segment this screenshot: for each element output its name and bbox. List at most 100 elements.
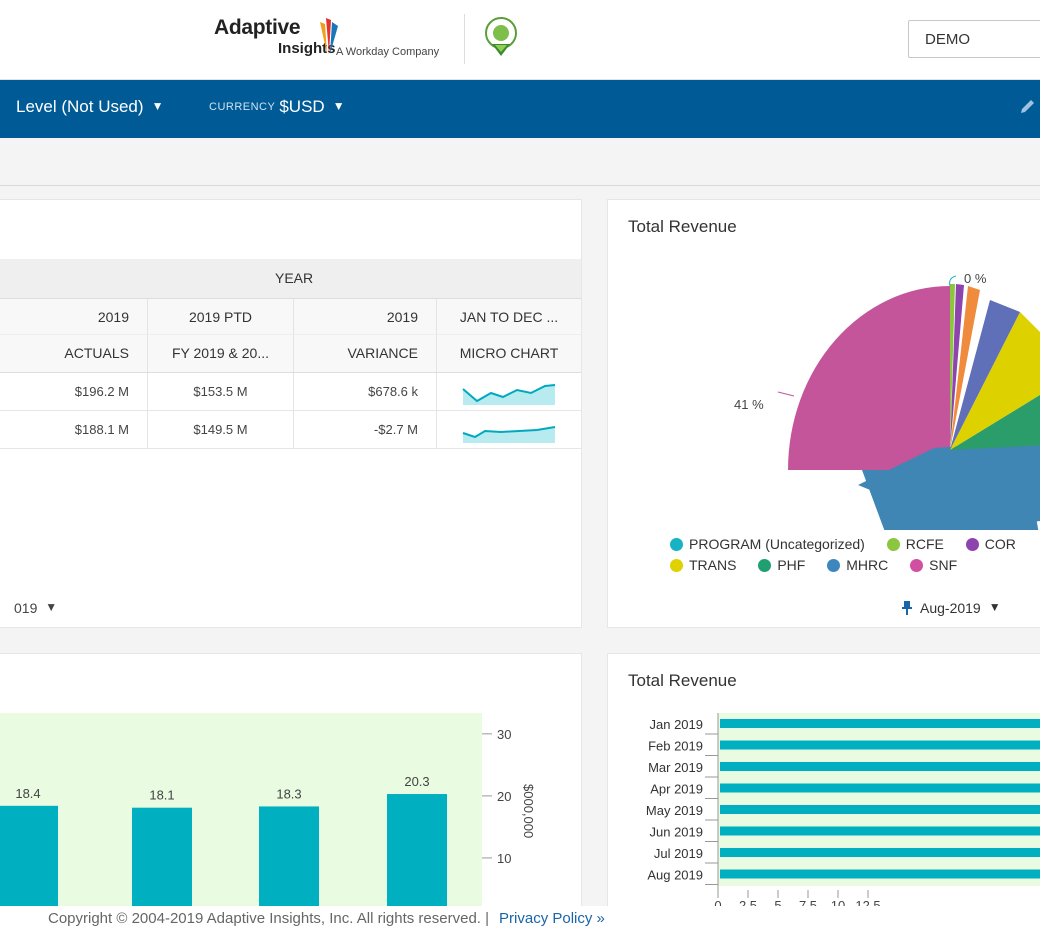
- data-table-panel: YEAR 2019 2019 PTD 2019 JAN TO DEC ... A…: [0, 199, 582, 628]
- privacy-policy-link[interactable]: Privacy Policy »: [499, 910, 605, 927]
- level-dropdown[interactable]: Level (Not Used) ▼: [16, 97, 163, 117]
- table-row[interactable]: $188.1 M $149.5 M -$2.7 M: [0, 411, 581, 449]
- col-header[interactable]: ACTUALS: [0, 335, 148, 372]
- pie-period-label: Aug-2019: [920, 600, 981, 616]
- y-tick-label: 30: [497, 727, 511, 742]
- col-header[interactable]: 2019: [294, 299, 437, 334]
- customer-seal-icon: [485, 17, 517, 56]
- y-category-label: Feb 2019: [648, 739, 703, 754]
- hbar-chart: Jan 2019 Feb 2019 Mar 2019 Apr 2019 May 2019…: [646, 713, 1040, 913]
- caret-down-icon: ▼: [45, 600, 58, 614]
- bar: [132, 807, 192, 914]
- hbar-chart-panel: Total Revenue Jan 2019 Feb 2019 Mar 2019 Ap…: [607, 653, 1040, 913]
- currency-value: $USD: [279, 97, 325, 116]
- legend-label: RCFE: [905, 536, 944, 552]
- cell-actuals: $188.1 M: [0, 411, 148, 448]
- cell-variance: -$2.7 M: [294, 411, 437, 448]
- bar-data-label: 20.3: [404, 774, 429, 789]
- legend-dot-icon: [965, 538, 979, 551]
- col-header[interactable]: 2019: [0, 299, 148, 334]
- y-tick-label: 20: [497, 789, 511, 804]
- plot-background: [718, 713, 1040, 886]
- cell-variance: $678.6 k: [294, 373, 437, 410]
- hbar: [720, 762, 1040, 771]
- logo-company: A Workday Company: [336, 46, 440, 58]
- legend-item[interactable]: RCFE: [886, 536, 944, 552]
- panel-title: Total Revenue: [628, 217, 737, 236]
- pie-legend: PROGRAM (Uncategorized) RCFE COR TRANS P…: [670, 536, 1040, 578]
- legend-dot-icon: [827, 559, 841, 572]
- header-row-version: ACTUALS FY 2019 & 20... VARIANCE MICRO C…: [0, 335, 581, 373]
- legend-label: PROGRAM (Uncategorized): [689, 536, 865, 552]
- copyright-text: Copyright © 2004-2019 Adaptive Insights,…: [48, 910, 490, 927]
- y-tick-label: 10: [497, 851, 511, 866]
- pie-chart: 41 % 0 %: [734, 271, 1040, 530]
- legend-dot-icon: [670, 538, 683, 551]
- caret-down-icon: ▼: [332, 99, 345, 113]
- col-header[interactable]: FY 2019 & 20...: [148, 335, 294, 372]
- pin-icon: [902, 601, 912, 615]
- currency-dropdown[interactable]: CURRENCY $USD ▼: [209, 97, 345, 117]
- legend-row: TRANS PHF MHRC SNF: [670, 557, 1040, 578]
- bar: [259, 806, 319, 914]
- currency-label: CURRENCY: [209, 101, 276, 113]
- edit-pencil-icon[interactable]: [1018, 98, 1036, 116]
- bar-data-label: 18.1: [149, 788, 174, 803]
- micro-chart: [462, 426, 556, 443]
- y-axis-label: $000,000: [521, 784, 536, 838]
- page-footer: Copyright © 2004-2019 Adaptive Insights,…: [0, 906, 1040, 930]
- top-header: Adaptive Insights A Workday Company DEMO: [0, 0, 1040, 80]
- legend-item[interactable]: PROGRAM (Uncategorized): [670, 536, 865, 552]
- legend-dot-icon: [910, 559, 924, 572]
- legend-item[interactable]: PHF: [758, 557, 805, 573]
- legend-item[interactable]: TRANS: [670, 557, 736, 573]
- bar-chart-panel: 18.418.118.320.3 3020100 $000,000: [0, 653, 582, 914]
- period-selector[interactable]: 019 ▼: [14, 600, 57, 616]
- legend-item[interactable]: SNF: [910, 557, 957, 573]
- legend-label: COR: [984, 536, 1016, 552]
- hbar: [720, 805, 1040, 814]
- dashboard-toolbar: Level (Not Used) ▼ CURRENCY $USD ▼: [0, 80, 1040, 138]
- y-category-label: Jun 2019: [650, 825, 704, 840]
- hbar: [720, 848, 1040, 857]
- legend-label: PHF: [777, 557, 806, 573]
- legend-dot-icon: [886, 538, 900, 551]
- legend-dot-icon: [758, 559, 772, 572]
- legend-item[interactable]: MHRC: [827, 557, 888, 573]
- cell-ptd: $153.5 M: [148, 373, 294, 410]
- legend-label: SNF: [929, 557, 958, 573]
- bar-data-label: 18.3: [276, 786, 301, 801]
- bar: [387, 794, 447, 914]
- tenant-selector[interactable]: DEMO: [908, 20, 1040, 58]
- pie-label-top: 0 %: [964, 271, 987, 286]
- y-category-label: Apr 2019: [650, 782, 703, 797]
- y-category-label: May 2019: [646, 803, 703, 818]
- col-header[interactable]: JAN TO DEC ...: [437, 299, 581, 334]
- pie-period-selector[interactable]: Aug-2019 ▼: [902, 600, 1001, 616]
- table-row[interactable]: $196.2 M $153.5 M $678.6 k: [0, 373, 581, 411]
- hbar: [720, 826, 1040, 836]
- col-header[interactable]: 2019 PTD: [148, 299, 294, 334]
- legend-dot-icon: [670, 559, 683, 572]
- legend-item[interactable]: COR: [965, 536, 1016, 552]
- caret-down-icon: ▼: [988, 600, 1001, 614]
- legend-row: PROGRAM (Uncategorized) RCFE COR: [670, 536, 1040, 557]
- micro-chart-cell: [437, 411, 581, 448]
- cell-actuals: $196.2 M: [0, 373, 148, 410]
- col-header[interactable]: MICRO CHART: [437, 335, 581, 372]
- hbar: [720, 740, 1040, 750]
- caret-down-icon: ▼: [151, 99, 164, 113]
- pie-chart-panel: Total Revenue 41 % 0 % PROGRAM (Uncatego…: [607, 199, 1040, 628]
- legend-label: MHRC: [846, 557, 889, 573]
- level-label: Level (Not Used): [16, 97, 144, 116]
- col-header[interactable]: VARIANCE: [294, 335, 437, 372]
- hbar: [720, 719, 1040, 728]
- y-category-label: Mar 2019: [648, 760, 703, 775]
- logo-brand-top: Adaptive: [214, 16, 301, 39]
- y-category-label: Jul 2019: [654, 846, 703, 861]
- micro-chart-cell: [437, 373, 581, 410]
- year-header: YEAR: [0, 259, 581, 299]
- pie-leader-line: [777, 391, 795, 397]
- hbar: [720, 783, 1040, 793]
- pie-label-left: 41 %: [734, 397, 764, 412]
